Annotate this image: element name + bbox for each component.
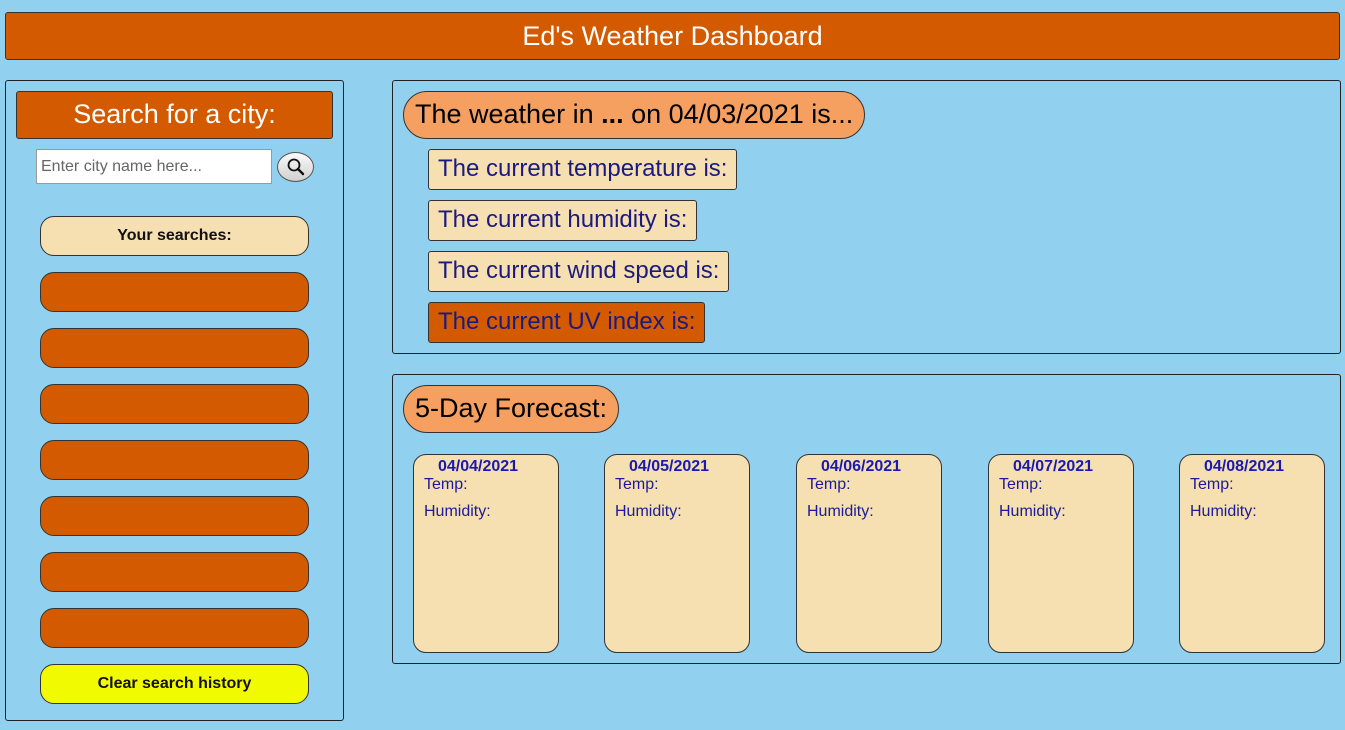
forecast-temp: Temp: (615, 476, 659, 493)
forecast-date: 04/05/2021 (629, 458, 710, 475)
search-history-button[interactable] (40, 496, 309, 536)
current-weather-panel: The weather in ... on 04/03/2021 is... T… (392, 80, 1341, 354)
search-history-button[interactable] (40, 384, 309, 424)
your-searches-label: Your searches: (40, 216, 309, 256)
current-temperature: The current temperature is: (428, 149, 738, 190)
search-history-button[interactable] (40, 552, 309, 592)
title-prefix: The weather in (415, 99, 602, 129)
city-name: ... (601, 99, 624, 129)
forecast-card: 04/08/2021 Temp: Humidity: (1179, 454, 1325, 653)
forecast-temp: Temp: (1190, 476, 1234, 493)
forecast-date: 04/07/2021 (1013, 458, 1094, 475)
forecast-card: 04/07/2021 Temp: Humidity: (988, 454, 1134, 653)
current-wind-speed: The current wind speed is: (428, 251, 730, 292)
forecast-temp: Temp: (807, 476, 851, 493)
search-history-button[interactable] (40, 440, 309, 480)
forecast-panel: 5-Day Forecast: 04/04/2021 Temp: Humidit… (392, 374, 1341, 664)
forecast-humidity: Humidity: (1190, 503, 1257, 520)
forecast-title: 5-Day Forecast: (403, 385, 620, 433)
current-humidity: The current humidity is: (428, 200, 698, 241)
forecast-humidity: Humidity: (807, 503, 874, 520)
search-history-button[interactable] (40, 328, 309, 368)
forecast-card: 04/04/2021 Temp: Humidity: (413, 454, 559, 653)
clear-history-button[interactable]: Clear search history (40, 664, 309, 704)
search-history-button[interactable] (40, 272, 309, 312)
city-search-input[interactable] (36, 149, 272, 184)
forecast-humidity: Humidity: (615, 503, 682, 520)
current-weather-title: The weather in ... on 04/03/2021 is... (403, 91, 866, 139)
forecast-date: 04/06/2021 (821, 458, 902, 475)
forecast-date: 04/08/2021 (1204, 458, 1285, 475)
forecast-card: 04/06/2021 Temp: Humidity: (796, 454, 942, 653)
forecast-humidity: Humidity: (999, 503, 1066, 520)
page-header: Ed's Weather Dashboard (5, 12, 1340, 60)
magnifying-glass-icon (287, 158, 304, 176)
search-history-button[interactable] (40, 608, 309, 648)
forecast-temp: Temp: (999, 476, 1043, 493)
forecast-temp: Temp: (424, 476, 468, 493)
search-sidebar: Search for a city: Your searches: Clear … (5, 80, 344, 721)
current-uv-index: The current UV index is: (428, 302, 706, 343)
forecast-card: 04/05/2021 Temp: Humidity: (604, 454, 750, 653)
forecast-humidity: Humidity: (424, 503, 491, 520)
forecast-date: 04/04/2021 (438, 458, 519, 475)
title-suffix: on 04/03/2021 is... (623, 99, 854, 129)
search-title: Search for a city: (16, 91, 333, 139)
page-title: Ed's Weather Dashboard (522, 21, 823, 51)
search-button[interactable] (277, 152, 314, 182)
